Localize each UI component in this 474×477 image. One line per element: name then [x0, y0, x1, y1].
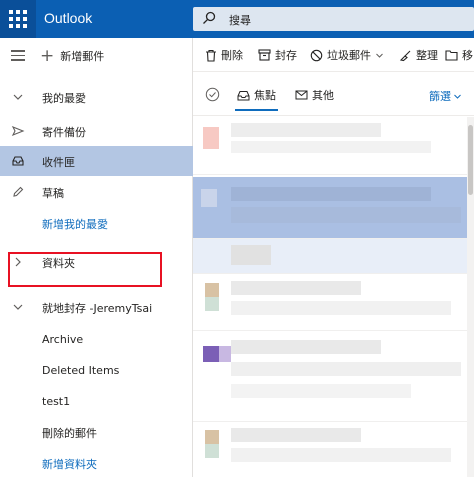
chevron-down-icon: [376, 53, 383, 58]
tab-other[interactable]: 其他: [295, 87, 334, 103]
message-list-scrollbar[interactable]: [467, 117, 474, 477]
filter-button[interactable]: 篩選: [429, 88, 462, 104]
app-launcher-button[interactable]: [0, 0, 36, 38]
sidebar-item-label: Archive: [42, 333, 84, 346]
highlight-box: [8, 252, 162, 287]
waffle-icon: [9, 10, 27, 28]
folder-move-icon: [445, 50, 458, 61]
command-toolbar: 刪除 封存 垃圾郵件 整理 移: [193, 38, 474, 72]
block-icon: [310, 49, 323, 61]
sidebar-item-archive[interactable]: Archive: [0, 325, 193, 355]
new-folder-label: 新增資料夾: [42, 458, 97, 471]
message-item-selected[interactable]: [193, 177, 474, 239]
sidebar-item-inbox[interactable]: 收件匣: [0, 146, 193, 176]
message-preview-row[interactable]: [193, 239, 474, 274]
sidebar-item-label: Deleted Items: [42, 364, 120, 377]
top-bar: Outlook 搜尋: [0, 0, 474, 38]
sidebar-item-test1[interactable]: test1: [0, 387, 193, 417]
message-item[interactable]: [193, 275, 474, 331]
sidebar-item-deleted-mail[interactable]: 刪除的郵件: [0, 417, 193, 447]
message-item[interactable]: [193, 422, 474, 477]
delete-button[interactable]: 刪除: [205, 47, 243, 63]
send-icon: [11, 125, 25, 137]
pivot-bar: 焦點 其他 篩選: [193, 72, 474, 116]
pencil-icon: [13, 186, 24, 197]
sidebar-item-sent[interactable]: 寄件備份: [0, 116, 193, 146]
archive-mailbox-label: 就地封存 -JeremyTsai: [42, 302, 153, 315]
new-folder-link[interactable]: 新增資料夾: [0, 448, 193, 477]
sidebar-item-label: 收件匣: [42, 156, 75, 169]
new-mail-button[interactable]: + 新增郵件: [40, 47, 104, 65]
move-button[interactable]: 移: [445, 47, 473, 63]
search-box[interactable]: 搜尋: [193, 7, 474, 31]
broom-icon: [399, 50, 411, 61]
junk-button[interactable]: 垃圾郵件: [310, 47, 384, 63]
app-title[interactable]: Outlook: [44, 10, 92, 26]
scrollbar-thumb[interactable]: [468, 125, 473, 195]
select-all-checkbox[interactable]: [205, 87, 220, 102]
sidebar-item-label: 寄件備份: [42, 126, 86, 139]
chevron-down-icon: [454, 94, 461, 99]
favorites-header[interactable]: 我的最愛: [0, 82, 193, 112]
inbox-icon: [237, 90, 250, 100]
sidebar-item-label: 草稿: [42, 187, 64, 200]
sidebar-item-label: test1: [42, 395, 71, 408]
add-favorite-link[interactable]: 新增我的最愛: [0, 208, 193, 238]
search-icon: [203, 11, 216, 24]
move-label: 移: [462, 49, 473, 62]
message-list: [193, 117, 474, 477]
junk-label: 垃圾郵件: [327, 49, 371, 62]
message-item[interactable]: [193, 332, 474, 422]
plus-icon: +: [40, 45, 55, 66]
delete-label: 刪除: [221, 49, 243, 62]
sweep-label: 整理: [416, 49, 438, 62]
add-favorite-label: 新增我的最愛: [42, 218, 108, 231]
message-item[interactable]: [193, 117, 474, 175]
search-input[interactable]: 搜尋: [229, 12, 251, 28]
archive-label: 封存: [275, 49, 297, 62]
filter-label: 篩選: [429, 90, 451, 103]
chevron-down-icon: [13, 94, 23, 100]
tab-other-label: 其他: [312, 89, 334, 102]
new-mail-row: + 新增郵件: [0, 38, 193, 72]
sidebar-item-drafts[interactable]: 草稿: [0, 177, 193, 207]
tab-focused[interactable]: 焦點: [235, 87, 278, 111]
archive-icon: [258, 49, 271, 61]
inbox-icon: [12, 156, 24, 166]
new-mail-label: 新增郵件: [60, 50, 105, 63]
active-tab-indicator: [235, 109, 278, 111]
sidebar-item-label: 刪除的郵件: [42, 427, 97, 440]
chevron-down-icon: [13, 304, 23, 310]
hamburger-menu-icon[interactable]: [11, 50, 25, 61]
trash-icon: [206, 49, 216, 62]
mail-icon: [295, 90, 308, 100]
sweep-button[interactable]: 整理: [399, 47, 438, 63]
favorites-header-label: 我的最愛: [42, 92, 86, 105]
archive-button[interactable]: 封存: [258, 47, 297, 63]
archive-mailbox-header[interactable]: 就地封存 -JeremyTsai: [0, 292, 193, 322]
sidebar-item-deleted-items[interactable]: Deleted Items: [0, 356, 193, 386]
tab-focused-label: 焦點: [254, 89, 276, 102]
